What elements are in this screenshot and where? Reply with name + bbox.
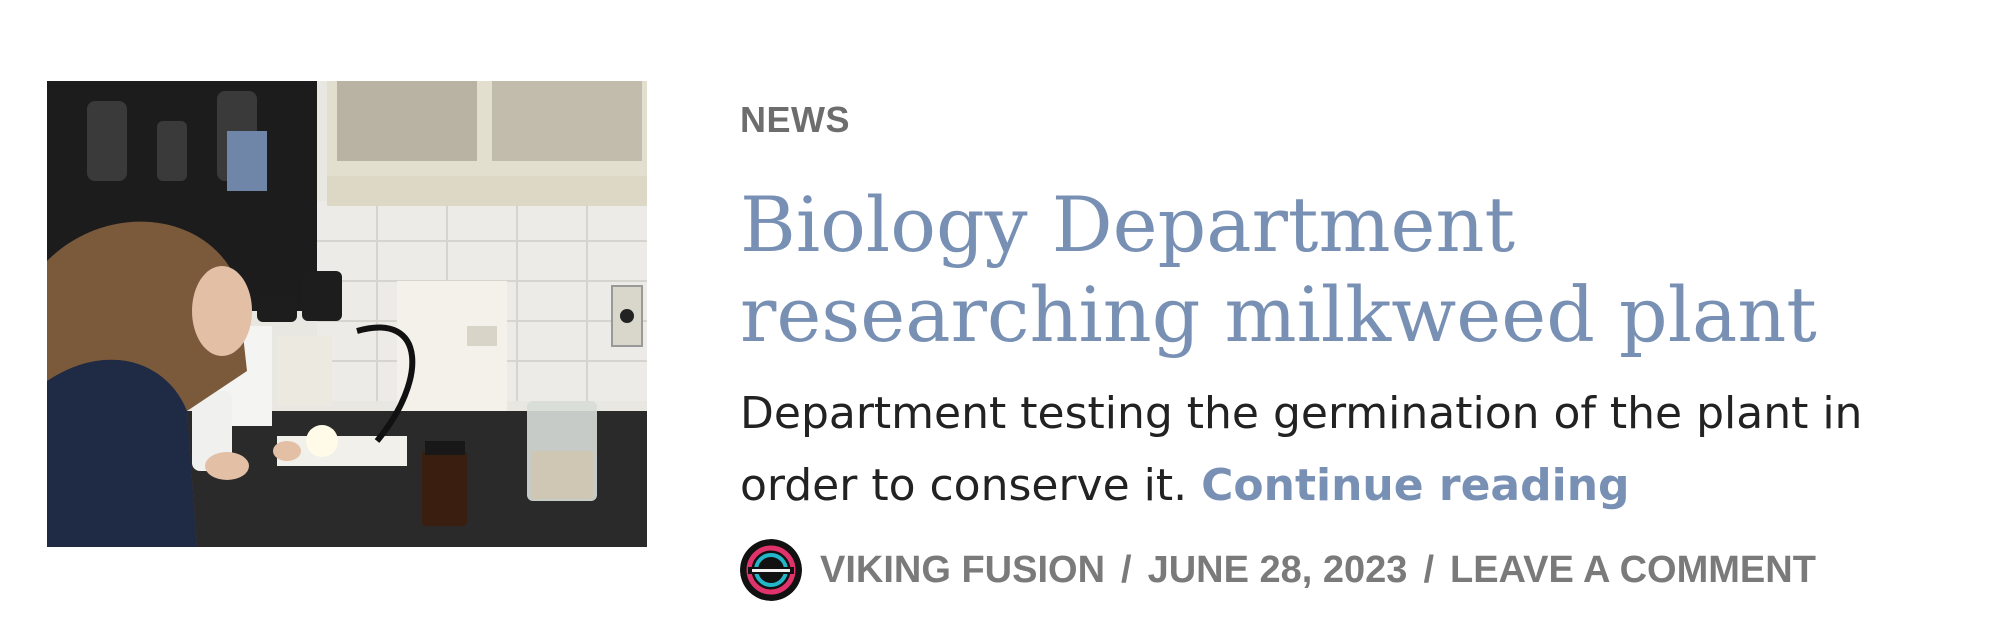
post-title-link[interactable]: Biology Department researching milkweed … <box>740 180 1817 359</box>
post-meta: VIKING FUSION / JUNE 28, 2023 / LEAVE A … <box>740 538 1816 602</box>
lab-microscope-photo-icon <box>47 81 647 547</box>
category-link[interactable]: NEWS <box>740 100 850 140</box>
meta-separator: / <box>1423 548 1434 591</box>
post-title: Biology Department researching milkweed … <box>740 180 1980 360</box>
post-card: NEWS Biology Department researching milk… <box>0 0 2014 642</box>
meta-separator: / <box>1121 548 1132 591</box>
post-thumbnail[interactable] <box>47 81 647 547</box>
post-date-link[interactable]: JUNE 28, 2023 <box>1148 549 1408 592</box>
post-excerpt: Department testing the germination of th… <box>740 378 1980 522</box>
leave-comment-link[interactable]: LEAVE A COMMENT <box>1450 549 1816 592</box>
post-content: NEWS Biology Department researching milk… <box>740 100 1980 522</box>
author-link[interactable]: VIKING FUSION <box>820 549 1105 592</box>
continue-reading-link[interactable]: Continue reading <box>1201 460 1629 511</box>
viking-fusion-logo-avatar-icon[interactable] <box>740 539 802 601</box>
